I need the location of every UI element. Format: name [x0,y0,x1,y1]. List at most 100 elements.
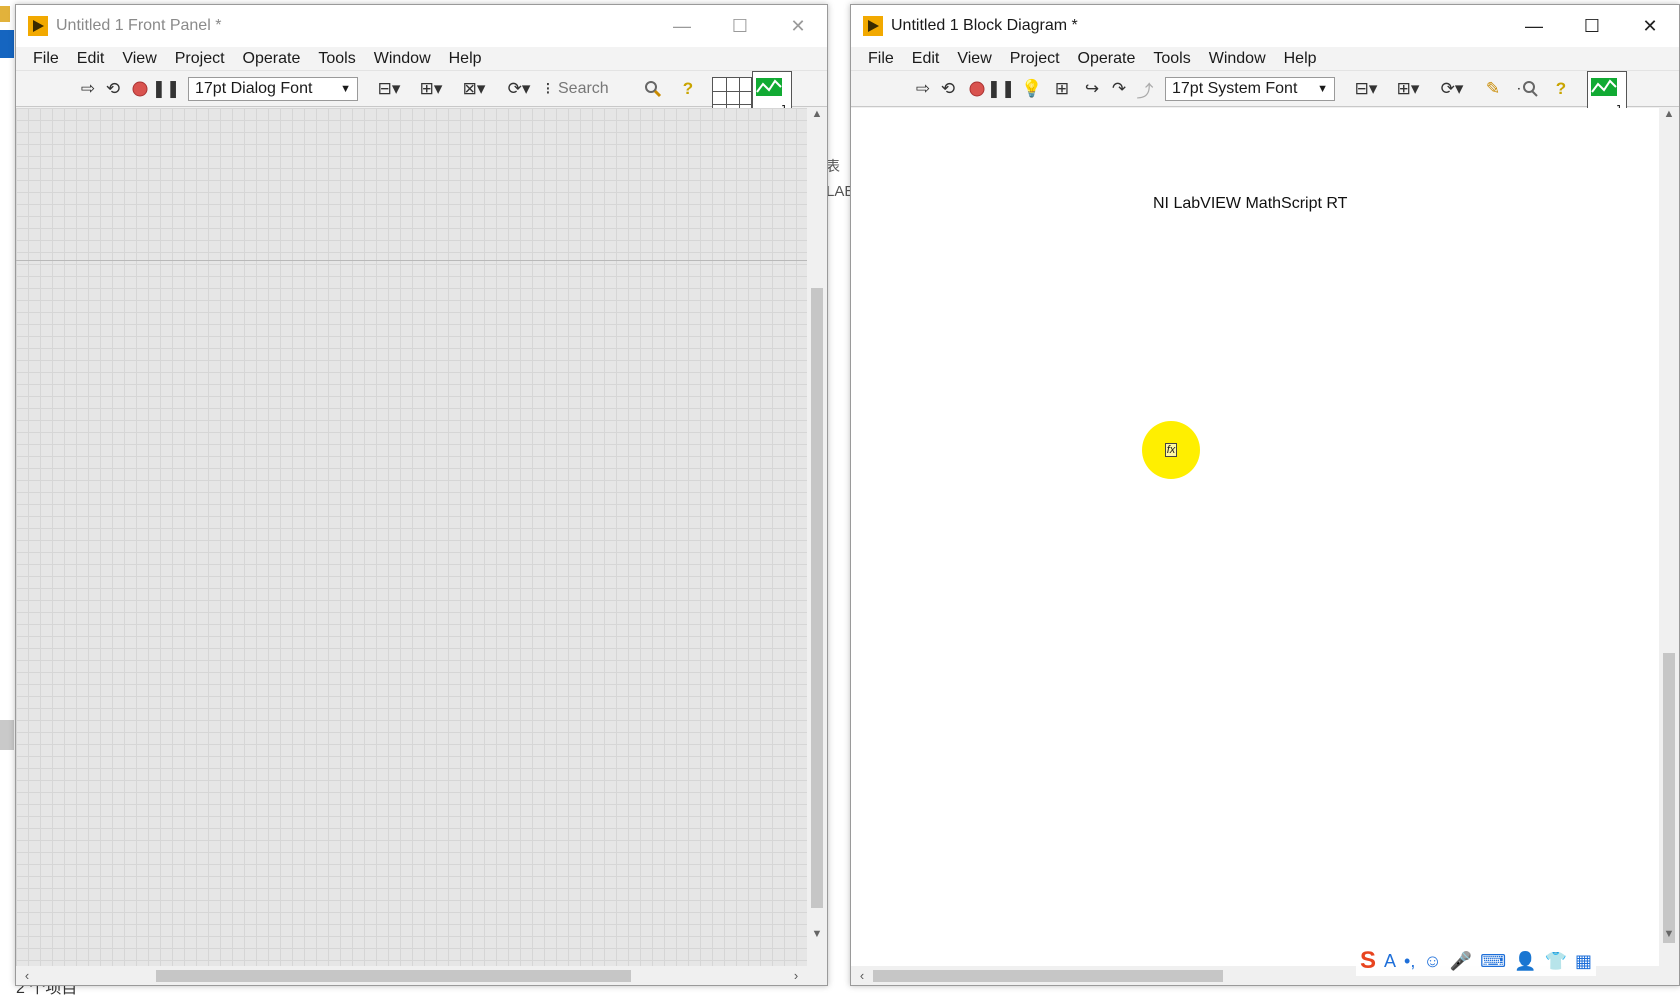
keyboard-icon[interactable]: ⌨ [1480,951,1506,972]
step-over-icon[interactable]: ↷ [1107,77,1131,101]
menu-project[interactable]: Project [1001,50,1069,68]
menu-bar: File Edit View Project Operate Tools Win… [16,47,827,71]
punctuation-icon[interactable]: •, [1404,951,1415,972]
vertical-scrollbar[interactable]: ▲ ▼ [1659,108,1679,968]
resize-objects-icon[interactable]: ⊠▾ [456,77,492,101]
front-panel-window: Untitled 1 Front Panel * — ☐ ✕ File Edit… [15,4,828,986]
scroll-down-icon[interactable]: ▼ [807,928,827,946]
svg-text:·: · [1517,82,1521,96]
menu-help[interactable]: Help [440,50,491,68]
menu-project[interactable]: Project [166,50,234,68]
align-objects-icon[interactable]: ⊟▾ [1349,77,1383,101]
toolbox-icon[interactable]: ▦ [1575,951,1592,972]
close-button[interactable]: ✕ [1621,5,1679,47]
block-diagram-canvas[interactable]: NI LabVIEW MathScript RT fx [851,108,1661,968]
horizontal-scrollbar[interactable]: ‹ › [16,966,809,985]
minimize-button[interactable]: — [653,5,711,47]
scroll-up-icon[interactable]: ▲ [1659,108,1679,126]
microphone-icon[interactable]: 🎤 [1450,951,1472,972]
step-into-icon[interactable]: ↪ [1079,77,1105,101]
distribute-objects-icon[interactable]: ⊞▾ [1391,77,1425,101]
title-bar[interactable]: Untitled 1 Block Diagram * — ☐ ✕ [851,5,1679,47]
mathscript-node-label: NI LabVIEW MathScript RT [1153,195,1348,212]
labview-app-icon [863,16,883,36]
scroll-down-icon[interactable]: ▼ [1659,928,1679,946]
reorder-icon[interactable]: ⟳▾ [502,77,536,101]
window-title: Untitled 1 Front Panel * [56,17,222,34]
user-icon[interactable]: 👤 [1514,951,1536,972]
search-divider-icon: ⁝ [545,79,551,98]
font-select-value: 17pt System Font [1172,80,1298,97]
chevron-down-icon: ▼ [340,83,351,95]
scroll-thumb[interactable] [811,288,823,908]
menu-tools[interactable]: Tools [309,50,364,68]
pause-icon[interactable]: ❚❚ [152,77,181,101]
desktop-fragment-blue [0,30,14,58]
menu-edit[interactable]: Edit [903,50,949,68]
clean-up-diagram-icon[interactable]: ✎ [1479,77,1507,101]
scroll-thumb[interactable] [873,970,1223,982]
run-continuously-icon[interactable]: ⟲ [102,77,124,101]
scroll-right-icon[interactable]: › [787,966,805,985]
maximize-button[interactable]: ☐ [711,5,769,47]
menu-window[interactable]: Window [365,50,440,68]
scroll-left-icon[interactable]: ‹ [853,966,871,985]
menu-operate[interactable]: Operate [1069,50,1145,68]
labview-app-icon [28,16,48,36]
reorder-icon[interactable]: ⟳▾ [1435,77,1469,101]
align-objects-icon[interactable]: ⊟▾ [372,77,406,101]
abort-execution-icon[interactable] [967,77,987,101]
menu-bar: File Edit View Project Operate Tools Win… [851,47,1679,71]
vertical-scrollbar[interactable]: ▲ ▼ [807,108,827,968]
scroll-thumb[interactable] [1663,653,1675,943]
minimize-button[interactable]: — [1505,5,1563,47]
font-select-value: 17pt Dialog Font [195,80,313,97]
sogou-ime-icon[interactable]: S [1360,947,1376,975]
pause-icon[interactable]: ❚❚ [987,77,1016,101]
block-diagram-window: Untitled 1 Block Diagram * — ☐ ✕ File Ed… [850,4,1680,986]
menu-operate[interactable]: Operate [234,50,310,68]
panel-divider [16,260,809,261]
run-continuously-icon[interactable]: ⟲ [937,77,959,101]
scroll-thumb[interactable] [156,970,631,982]
menu-window[interactable]: Window [1200,50,1275,68]
window-title: Untitled 1 Block Diagram * [891,17,1078,34]
menu-help[interactable]: Help [1275,50,1326,68]
front-panel-canvas[interactable] [16,108,809,968]
run-arrow-icon[interactable]: ⇨ [913,77,933,101]
scroll-up-icon[interactable]: ▲ [807,108,827,126]
text-settings-dropdown[interactable]: 17pt Dialog Font ▼ [188,77,358,101]
context-help-icon[interactable]: ? [678,77,698,101]
title-bar[interactable]: Untitled 1 Front Panel * — ☐ ✕ [16,5,827,47]
desktop-fragment-gray [0,720,14,750]
maximize-button[interactable]: ☐ [1563,5,1621,47]
menu-tools[interactable]: Tools [1144,50,1199,68]
retain-wire-values-icon[interactable]: ⊞ [1049,77,1075,101]
menu-view[interactable]: View [948,50,1000,68]
search-icon[interactable] [642,77,664,101]
language-mode-icon[interactable]: A [1384,951,1396,972]
abort-execution-icon[interactable] [130,77,150,101]
close-button[interactable]: ✕ [769,5,827,47]
ime-toolbar: S A •, ☺ 🎤 ⌨ 👤 👕 ▦ [1356,946,1596,976]
menu-file[interactable]: File [24,50,68,68]
menu-edit[interactable]: Edit [68,50,114,68]
emoji-icon[interactable]: ☺ [1423,951,1441,972]
step-out-icon[interactable]: ⤴ [1133,77,1157,101]
text-settings-dropdown[interactable]: 17pt System Font ▼ [1165,77,1335,101]
menu-file[interactable]: File [859,50,903,68]
distribute-objects-icon[interactable]: ⊞▾ [414,77,448,101]
context-help-icon[interactable]: ? [1551,77,1571,101]
background-text-fragment: 表 [826,158,840,174]
mathscript-cursor-icon: fx [1164,443,1178,457]
search-input[interactable]: Search [558,77,638,101]
skin-icon[interactable]: 👕 [1545,951,1567,972]
run-arrow-icon[interactable]: ⇨ [78,77,98,101]
cursor-highlight: fx [1142,421,1200,479]
highlight-execution-icon[interactable]: 💡 [1021,77,1043,101]
menu-view[interactable]: View [113,50,165,68]
desktop-folder-icon [0,6,10,22]
scroll-left-icon[interactable]: ‹ [18,966,36,985]
chevron-down-icon: ▼ [1317,83,1328,95]
search-icon[interactable]: · [1513,77,1543,101]
